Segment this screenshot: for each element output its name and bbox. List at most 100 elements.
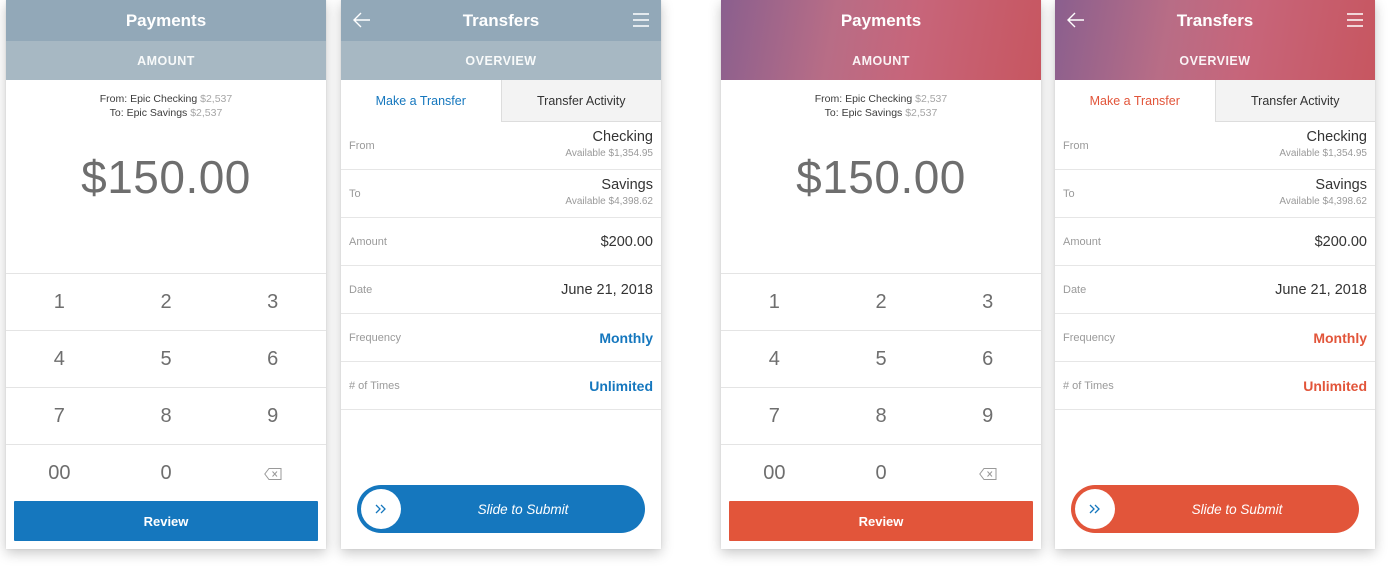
slide-label: Slide to Submit	[477, 501, 569, 517]
key-1[interactable]: 1	[721, 274, 828, 330]
frequency-value: Monthly	[1313, 329, 1367, 346]
account-summary: From: Epic Checking $2,537 To: Epic Savi…	[6, 92, 326, 120]
key-6[interactable]: 6	[934, 331, 1041, 387]
times-value: Unlimited	[1303, 377, 1367, 394]
tab-transfer-activity[interactable]: Transfer Activity	[1214, 80, 1375, 122]
key-0[interactable]: 0	[828, 445, 935, 502]
key-3[interactable]: 3	[219, 274, 326, 330]
amount-row[interactable]: Amount $200.00	[1055, 218, 1375, 266]
double-chevron-right-icon	[1089, 504, 1100, 514]
key-0[interactable]: 0	[113, 445, 220, 502]
payments-screen-red: Payments AMOUNT From: Epic Checking $2,5…	[721, 0, 1041, 549]
app-title: Payments	[125, 10, 207, 30]
to-account-label: To: Epic Savings	[109, 107, 188, 119]
amount-label: Amount	[349, 235, 387, 248]
key-00[interactable]: 00	[721, 445, 828, 502]
date-row[interactable]: Date June 21, 2018	[341, 266, 661, 314]
from-value: Checking	[592, 129, 653, 145]
times-label: # of Times	[1063, 379, 1114, 392]
frequency-value: Monthly	[599, 329, 653, 346]
times-row[interactable]: # of Times Unlimited	[1055, 362, 1375, 410]
key-2[interactable]: 2	[828, 274, 935, 330]
payments-screen-blue: Payments AMOUNT From: Epic Checking $2,5…	[6, 0, 326, 549]
from-account-balance: $2,537	[200, 93, 233, 105]
menu-icon[interactable]	[1346, 12, 1364, 28]
from-value: Checking	[1306, 129, 1367, 145]
slide-to-submit[interactable]: Slide to Submit	[1071, 485, 1359, 533]
slide-to-submit[interactable]: Slide to Submit	[357, 485, 645, 533]
key-5[interactable]: 5	[113, 331, 220, 387]
times-row[interactable]: # of Times Unlimited	[341, 362, 661, 410]
from-label: From	[1063, 139, 1089, 152]
section-title: OVERVIEW	[341, 41, 661, 80]
key-5[interactable]: 5	[828, 331, 935, 387]
date-label: Date	[1063, 283, 1087, 296]
to-row[interactable]: To Savings Available $4,398.62	[341, 170, 661, 218]
key-9[interactable]: 9	[934, 388, 1041, 444]
to-label: To	[1063, 187, 1075, 200]
times-value: Unlimited	[589, 377, 653, 394]
frequency-label: Frequency	[1063, 331, 1115, 344]
transfer-form: From Checking Available $1,354.95 To Saving…	[341, 122, 661, 410]
slider-knob[interactable]	[1075, 489, 1115, 529]
amount-display: $150.00	[796, 151, 966, 203]
frequency-row[interactable]: Frequency Monthly	[1055, 314, 1375, 362]
backspace-icon	[263, 467, 282, 480]
app-title: Payments	[840, 10, 922, 30]
app-title: Transfers	[1176, 10, 1254, 30]
section-title: OVERVIEW	[1179, 53, 1251, 68]
tab-bar: Make a Transfer Transfer Activity	[341, 80, 661, 122]
key-2[interactable]: 2	[113, 274, 220, 330]
to-label: To	[349, 187, 361, 200]
keypad: 123 456 789 00 0	[721, 273, 1041, 502]
to-row[interactable]: To Savings Available $4,398.62	[1055, 170, 1375, 218]
slider-knob[interactable]	[361, 489, 401, 529]
key-3[interactable]: 3	[934, 274, 1041, 330]
key-7[interactable]: 7	[721, 388, 828, 444]
review-button[interactable]: Review	[729, 501, 1033, 541]
frequency-row[interactable]: Frequency Monthly	[341, 314, 661, 362]
tab-transfer-activity[interactable]: Transfer Activity	[500, 80, 661, 122]
header: Transfers OVERVIEW	[341, 0, 661, 80]
back-arrow-icon[interactable]	[1066, 9, 1086, 31]
tab-bar: Make a Transfer Transfer Activity	[1055, 80, 1375, 122]
keypad: 123 456 789 00 0	[6, 273, 326, 502]
back-arrow-icon[interactable]	[352, 9, 372, 31]
key-7[interactable]: 7	[6, 388, 113, 444]
key-1[interactable]: 1	[6, 274, 113, 330]
app-title: Transfers	[462, 10, 540, 30]
backspace-key[interactable]	[219, 445, 326, 502]
amount-value: $200.00	[1314, 233, 1367, 250]
transfers-screen-red: Transfers OVERVIEW Make a Transfer Trans…	[1055, 0, 1375, 549]
header: Transfers OVERVIEW	[1055, 0, 1375, 80]
from-label: From	[349, 139, 375, 152]
to-value: Savings	[1315, 177, 1367, 193]
key-4[interactable]: 4	[721, 331, 828, 387]
key-8[interactable]: 8	[828, 388, 935, 444]
tab-make-transfer[interactable]: Make a Transfer	[341, 80, 501, 122]
backspace-key[interactable]	[934, 445, 1041, 502]
menu-icon[interactable]	[632, 12, 650, 28]
date-row[interactable]: Date June 21, 2018	[1055, 266, 1375, 314]
tab-make-transfer[interactable]: Make a Transfer	[1055, 80, 1215, 122]
from-account-balance: $2,537	[915, 93, 948, 105]
from-row[interactable]: From Checking Available $1,354.95	[341, 122, 661, 170]
key-4[interactable]: 4	[6, 331, 113, 387]
from-row[interactable]: From Checking Available $1,354.95	[1055, 122, 1375, 170]
amount-row[interactable]: Amount $200.00	[341, 218, 661, 266]
key-00[interactable]: 00	[6, 445, 113, 502]
key-8[interactable]: 8	[113, 388, 220, 444]
key-9[interactable]: 9	[219, 388, 326, 444]
from-account-label: From: Epic Checking	[814, 93, 913, 105]
to-available: Available $4,398.62	[565, 196, 653, 207]
times-label: # of Times	[349, 379, 400, 392]
key-6[interactable]: 6	[219, 331, 326, 387]
to-account-label: To: Epic Savings	[824, 107, 903, 119]
transfer-form: From Checking Available $1,354.95 To Saving…	[1055, 122, 1375, 410]
slide-label: Slide to Submit	[1191, 501, 1283, 517]
to-available: Available $4,398.62	[1279, 196, 1367, 207]
to-account-balance: $2,537	[190, 107, 223, 119]
amount-value: $200.00	[600, 233, 653, 250]
to-account-balance: $2,537	[905, 107, 938, 119]
review-button[interactable]: Review	[14, 501, 318, 541]
